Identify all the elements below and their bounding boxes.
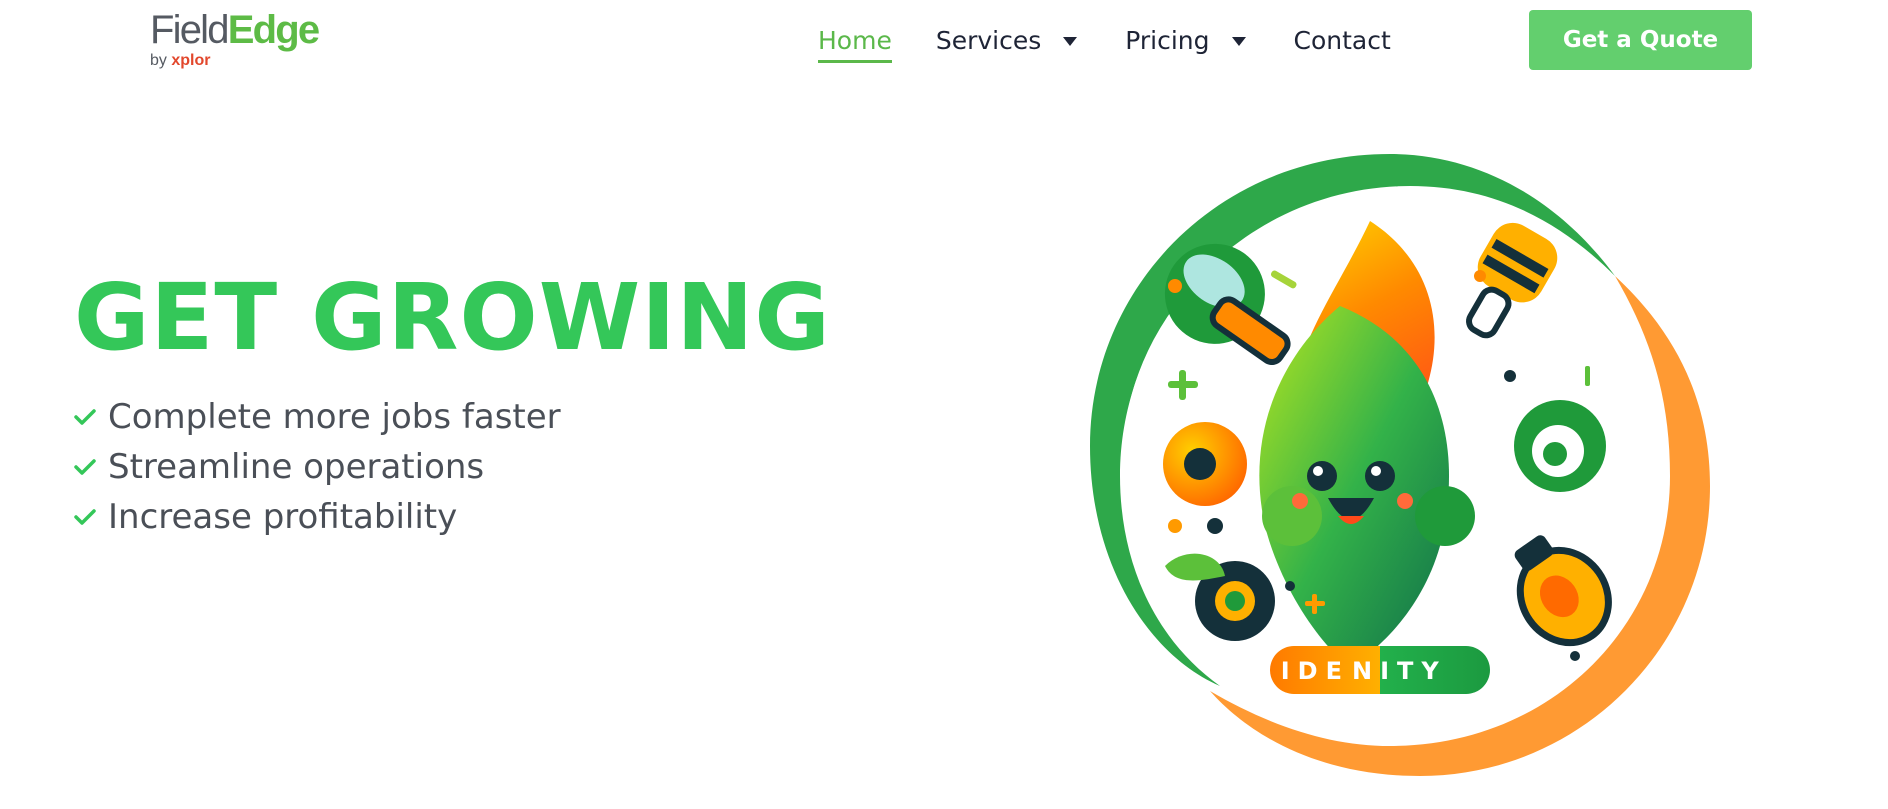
swirl-icon [1514,400,1606,492]
bullet-text: Increase profitability [108,497,458,537]
nav-pricing[interactable]: Pricing [1125,22,1246,58]
nav-contact[interactable]: Contact [1294,22,1391,58]
caret-down-icon [1063,37,1078,46]
bullet-text: Complete more jobs faster [108,397,561,437]
orange-orb-icon [1163,422,1247,506]
nav-home-label: Home [818,26,892,55]
list-item: Complete more jobs faster [74,392,561,442]
list-item: Streamline operations [74,442,561,492]
bullet-text: Streamline operations [108,447,485,487]
nav-contact-label: Contact [1293,25,1391,55]
check-icon [74,509,96,525]
main-nav: Home Services Pricing Contact [818,22,1391,63]
hero-bullet-list: Complete more jobs faster Streamline ope… [74,392,561,542]
nav-services-label: Services [935,25,1042,55]
logo-edge-text: Edge [227,8,320,52]
caret-down-icon [1231,37,1246,46]
check-icon [74,459,96,475]
logo-wordmark: FieldEdge [150,8,320,52]
badge-text-left: IDE [1281,657,1350,685]
check-icon [74,409,96,425]
logo-by-text: by [150,52,167,69]
logo-xplor-text: xplor [171,52,211,69]
logo[interactable]: FieldEdge by xplor [150,8,320,72]
nav-services[interactable]: Services [935,22,1078,58]
logo-field-text: Field [150,8,229,52]
nav-home[interactable]: Home [818,23,892,63]
get-a-quote-button[interactable]: Get a Quote [1529,10,1752,70]
badge-text-right: NITY [1352,657,1447,685]
identity-illustration: IDE NITY [1090,154,1710,776]
hero-title: GET GROWING [74,264,831,371]
logo-byline: by xplor [150,53,320,69]
nav-pricing-label: Pricing [1125,25,1210,55]
list-item: Increase profitability [74,492,561,542]
